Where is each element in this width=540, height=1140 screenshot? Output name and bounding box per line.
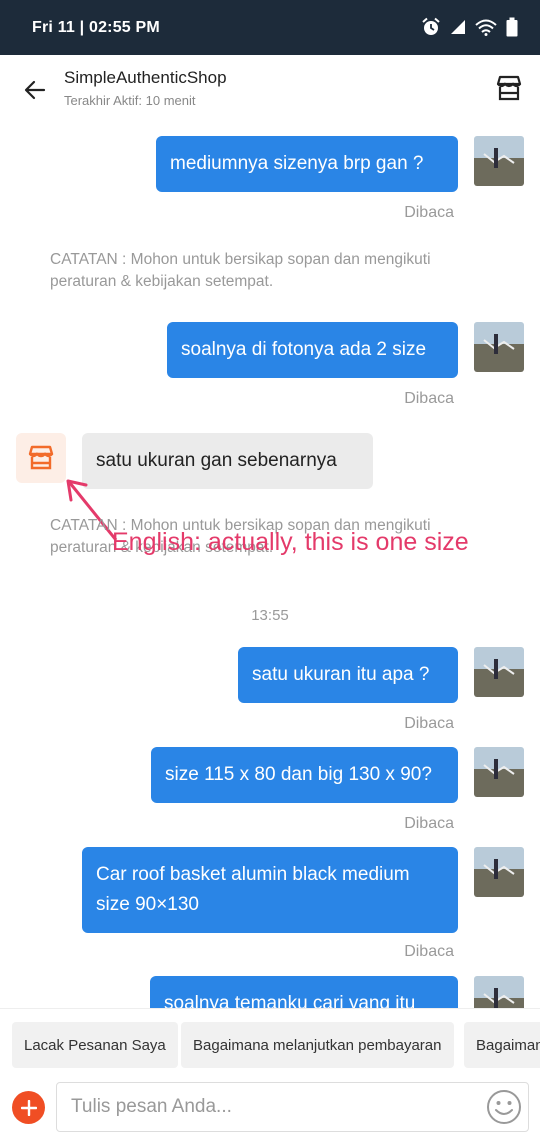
status-icons [421, 17, 518, 37]
message-text: soalnya di fotonya ada 2 size [181, 339, 427, 360]
user-avatar[interactable] [474, 747, 524, 797]
user-avatar[interactable] [474, 976, 524, 1008]
signal-icon [451, 20, 465, 34]
system-note: CATATAN : Mohon untuk bersikap sopan dan… [50, 251, 431, 290]
store-icon [28, 445, 54, 470]
wifi-icon [475, 19, 497, 36]
user-avatar[interactable] [474, 136, 524, 186]
status-time: Fri 11 | 02:55 PM [32, 19, 160, 36]
store-button[interactable] [494, 73, 524, 103]
attach-button[interactable] [12, 1091, 45, 1124]
message-bubble-outgoing[interactable]: Car roof basket alumin black medium size… [82, 847, 458, 933]
status-bar: Fri 11 | 02:55 PM [0, 0, 540, 55]
user-photo-image [474, 747, 524, 797]
user-avatar[interactable] [474, 847, 524, 897]
back-arrow-icon [24, 80, 46, 100]
message-bubble-outgoing[interactable]: soalnya di fotonya ada 2 size [167, 322, 458, 378]
message-bubble-outgoing[interactable]: size 115 x 80 dan big 130 x 90? [151, 747, 458, 803]
shop-name[interactable]: SimpleAuthenticShop [64, 68, 227, 88]
time-separator: 13:55 [251, 607, 289, 624]
quick-reply-chip[interactable]: Bagaimana melanjutkan pembayaran [181, 1022, 454, 1068]
message-bubble-outgoing[interactable]: soalnya temanku cari yang itu [150, 976, 458, 1008]
message-text: soalnya temanku cari yang itu [164, 993, 416, 1008]
chat-message-list[interactable]: mediumnya sizenya brp gan ? Dibaca CATAT… [0, 120, 540, 1008]
emoji-icon [487, 1090, 521, 1124]
read-status: Dibaca [404, 715, 454, 732]
read-status: Dibaca [404, 390, 454, 407]
quick-reply-chip[interactable]: Bagaiman [464, 1022, 540, 1068]
message-input[interactable] [56, 1082, 529, 1132]
message-bubble-incoming[interactable]: satu ukuran gan sebenarnya [82, 433, 373, 489]
back-button[interactable] [20, 75, 50, 105]
last-active-status: Terakhir Aktif: 10 menit [64, 93, 196, 108]
message-text: satu ukuran gan sebenarnya [96, 450, 337, 471]
emoji-button[interactable] [486, 1089, 522, 1125]
message-bubble-outgoing[interactable]: satu ukuran itu apa ? [238, 647, 458, 703]
translation-annotation: English: actually, this is one size [112, 528, 469, 556]
alarm-icon [422, 17, 440, 35]
quick-reply-bar: Lacak Pesanan Saya Bagaimana melanjutkan… [0, 1008, 540, 1076]
read-status: Dibaca [404, 204, 454, 221]
read-status: Dibaca [404, 815, 454, 832]
message-text: satu ukuran itu apa ? [252, 664, 430, 685]
read-status: Dibaca [404, 943, 454, 960]
chat-header: SimpleAuthenticShop Terakhir Aktif: 10 m… [0, 55, 540, 120]
user-avatar[interactable] [474, 322, 524, 372]
battery-icon [506, 17, 518, 37]
store-icon [496, 75, 522, 101]
quick-reply-chip[interactable]: Lacak Pesanan Saya [12, 1022, 178, 1068]
user-photo-image [474, 136, 524, 186]
plus-icon [20, 1099, 37, 1116]
message-text: size 115 x 80 dan big 130 x 90? [165, 764, 432, 785]
message-bubble-outgoing[interactable]: mediumnya sizenya brp gan ? [156, 136, 458, 192]
user-photo-image [474, 976, 524, 1008]
user-photo-image [474, 322, 524, 372]
user-photo-image [474, 847, 524, 897]
user-avatar[interactable] [474, 647, 524, 697]
message-text: Car roof basket alumin black medium size… [96, 864, 410, 915]
shop-avatar[interactable] [16, 433, 66, 483]
message-input-bar [0, 1076, 540, 1140]
message-text: mediumnya sizenya brp gan ? [170, 153, 424, 174]
user-photo-image [474, 647, 524, 697]
